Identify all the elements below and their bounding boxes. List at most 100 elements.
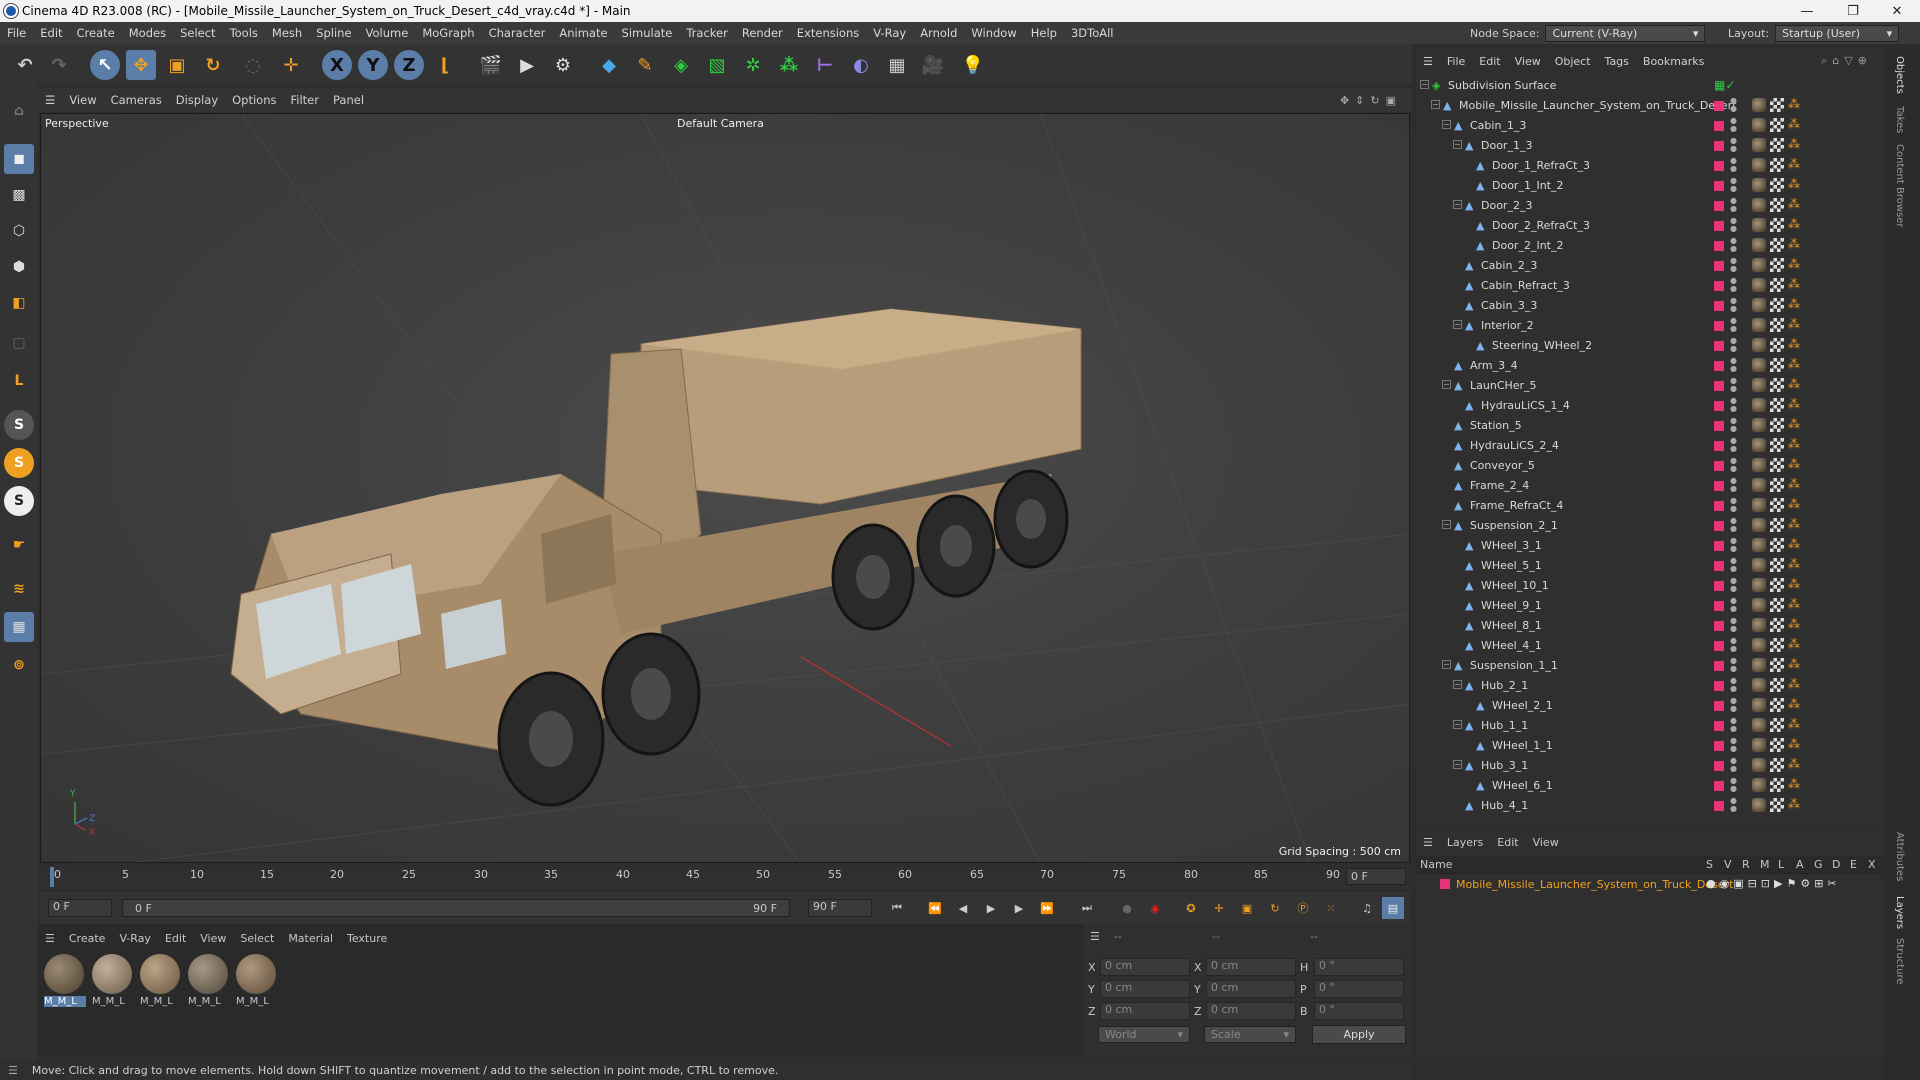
menu-edit[interactable]: Edit [33, 26, 69, 40]
layer-color-tag[interactable] [1714, 781, 1724, 791]
record-keys-icon[interactable]: ● [1116, 897, 1138, 919]
visibility-dots-icon[interactable]: ● ● [1730, 517, 1737, 533]
material-tag-icon[interactable] [1752, 318, 1766, 332]
uvw-tag-icon[interactable] [1770, 198, 1784, 212]
layer-row[interactable]: Mobile_Missile_Launcher_System_on_Truck_… [1416, 876, 1882, 894]
layer-color-tag[interactable] [1714, 101, 1724, 111]
material-tag-icon[interactable] [1752, 178, 1766, 192]
selection-tag-icon[interactable]: ⁂ [1788, 577, 1800, 591]
visibility-dots-icon[interactable]: ● ● [1730, 757, 1737, 773]
recent-tool-icon[interactable]: ◌ [238, 50, 268, 80]
material-menu-material[interactable]: Material [281, 932, 340, 945]
prev-frame-icon[interactable]: ◀ [952, 897, 974, 919]
material-tag-icon[interactable] [1752, 158, 1766, 172]
object-name[interactable]: WHeel_9_1 [1481, 599, 1542, 612]
uvw-tag-icon[interactable] [1770, 498, 1784, 512]
object-row[interactable]: − ▲ Cabin_1_3 ● ● ⁂ [1418, 116, 1880, 136]
cube-primitive-icon[interactable]: ◆ [594, 50, 624, 80]
object-row[interactable]: − ▲ LaunCHer_5 ● ● ⁂ [1418, 376, 1880, 396]
object-row[interactable]: − ▲ Suspension_2_1 ● ● ⁂ [1418, 516, 1880, 536]
material-tag-icon[interactable] [1752, 98, 1766, 112]
menu-volume[interactable]: Volume [359, 26, 416, 40]
visibility-dots-icon[interactable]: ● ● [1730, 457, 1737, 473]
next-frame-icon[interactable]: ▶ [1008, 897, 1030, 919]
material-tag-icon[interactable] [1752, 758, 1766, 772]
hamburger-menu-icon[interactable]: ☰ [1090, 930, 1100, 943]
menu-create[interactable]: Create [70, 26, 122, 40]
position-y-field[interactable]: 0 cm [1100, 980, 1190, 998]
object-name[interactable]: WHeel_2_1 [1492, 699, 1553, 712]
selection-tag-icon[interactable]: ⁂ [1788, 237, 1800, 251]
om-menu-view[interactable]: View [1508, 55, 1548, 68]
material-tag-icon[interactable] [1752, 558, 1766, 572]
selection-tag-icon[interactable]: ⁂ [1788, 317, 1800, 331]
material-tag-icon[interactable] [1752, 718, 1766, 732]
object-name[interactable]: Cabin_2_3 [1481, 259, 1537, 272]
uvw-tag-icon[interactable] [1770, 318, 1784, 332]
visibility-dots-icon[interactable]: ● ● [1730, 497, 1737, 513]
collapse-toggle-icon[interactable]: − [1453, 140, 1462, 149]
start-frame-field[interactable]: 0 F [48, 899, 112, 917]
move-tool-icon[interactable]: ✥ [126, 50, 156, 80]
keyframe-selection-icon[interactable]: ✪ [1180, 897, 1202, 919]
render-settings-icon[interactable]: ⚙ [548, 50, 578, 80]
key-rotation-icon[interactable]: ↻ [1264, 897, 1286, 919]
prev-keyframe-icon[interactable]: ⏪ [924, 897, 946, 919]
visibility-dots-icon[interactable]: ● ● [1730, 137, 1737, 153]
material-tag-icon[interactable] [1752, 338, 1766, 352]
visibility-dots-icon[interactable]: ● ● [1730, 597, 1737, 613]
planar-workplane-icon[interactable]: ⊚ [4, 650, 34, 680]
layer-color-tag[interactable] [1714, 541, 1724, 551]
object-row[interactable]: − ▲ Door_2_3 ● ● ⁂ [1418, 196, 1880, 216]
layer-color-tag[interactable] [1714, 641, 1724, 651]
layer-color-tag[interactable] [1714, 601, 1724, 611]
om-search-home-filter-icons[interactable]: ⌕⌂▽⊕ [1821, 54, 1872, 68]
material-tag-icon[interactable] [1752, 738, 1766, 752]
layer-color-tag[interactable] [1714, 681, 1724, 691]
minimize-button[interactable]: — [1784, 0, 1830, 22]
snap-settings-icon[interactable]: S [4, 448, 34, 478]
uvw-tag-icon[interactable] [1770, 758, 1784, 772]
object-row[interactable]: ▲ Station_5 ● ● ⁂ [1418, 416, 1880, 436]
hamburger-menu-icon[interactable]: ☰ [38, 93, 62, 107]
viewport-menu-cameras[interactable]: Cameras [104, 93, 169, 107]
viewport-menu-options[interactable]: Options [225, 93, 283, 107]
selection-tag-icon[interactable]: ⁂ [1788, 697, 1800, 711]
object-name[interactable]: HydrauLiCS_2_4 [1470, 439, 1559, 452]
current-frame-field[interactable]: 0 F [1346, 868, 1406, 885]
object-row[interactable]: ▲ WHeel_5_1 ● ● ⁂ [1418, 556, 1880, 576]
side-tab-layers[interactable]: Layers [1894, 896, 1905, 929]
material-swatch[interactable]: M_M_L [188, 954, 230, 1010]
3d-viewport[interactable]: Perspective Default Camera Y Z X Grid Sp… [40, 113, 1410, 863]
material-tag-icon[interactable] [1752, 598, 1766, 612]
uvw-tag-icon[interactable] [1770, 158, 1784, 172]
layer-color-tag[interactable] [1714, 481, 1724, 491]
selection-tag-icon[interactable]: ⁂ [1788, 517, 1800, 531]
selection-tag-icon[interactable]: ⁂ [1788, 677, 1800, 691]
uvw-tag-icon[interactable] [1770, 178, 1784, 192]
material-tag-icon[interactable] [1752, 678, 1766, 692]
material-tag-icon[interactable] [1752, 578, 1766, 592]
material-tag-icon[interactable] [1752, 198, 1766, 212]
visibility-dots-icon[interactable]: ● ● [1730, 697, 1737, 713]
layer-color-tag[interactable] [1714, 121, 1724, 131]
collapse-toggle-icon[interactable]: − [1442, 120, 1451, 129]
material-tag-icon[interactable] [1752, 298, 1766, 312]
collapse-toggle-icon[interactable]: − [1420, 80, 1429, 89]
layer-color-tag[interactable] [1714, 241, 1724, 251]
layer-color-tag[interactable] [1714, 321, 1724, 331]
object-name[interactable]: WHeel_4_1 [1481, 639, 1542, 652]
object-row[interactable]: ▲ Hub_4_1 ● ● ⁂ [1418, 796, 1880, 816]
apply-button[interactable]: Apply [1312, 1025, 1406, 1044]
object-row[interactable]: − ▲ Hub_3_1 ● ● ⁂ [1418, 756, 1880, 776]
node-space-dropdown[interactable]: Current (V-Ray) ▾ [1545, 25, 1706, 42]
material-tag-icon[interactable] [1752, 118, 1766, 132]
field-icon[interactable]: ◐ [846, 50, 876, 80]
object-name[interactable]: Arm_3_4 [1470, 359, 1518, 372]
visibility-dots-icon[interactable]: ● ● [1730, 557, 1737, 573]
coordinate-system-icon[interactable]: ⌊ [430, 50, 460, 80]
collapse-toggle-icon[interactable]: − [1442, 660, 1451, 669]
selection-tag-icon[interactable]: ⁂ [1788, 437, 1800, 451]
axis-mode-icon[interactable]: L [4, 366, 34, 396]
layer-color-swatch[interactable] [1440, 879, 1450, 889]
